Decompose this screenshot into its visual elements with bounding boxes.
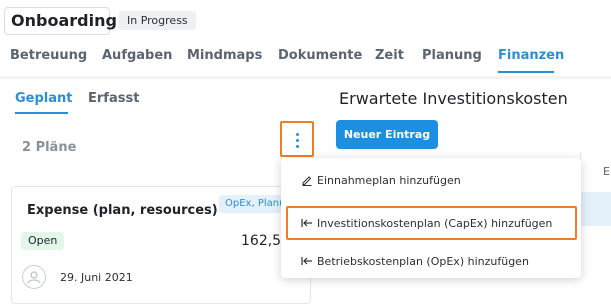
more-options-button[interactable]	[280, 121, 314, 157]
tab-planung[interactable]: Planung	[422, 48, 482, 63]
column-header: E	[603, 165, 610, 178]
tab-zeit[interactable]: Zeit	[375, 48, 404, 63]
new-entry-button[interactable]: Neuer Eintrag	[336, 120, 438, 149]
menu-item-add-capex-plan[interactable]: Investitionskostenplan (CapEx) hinzufüge…	[286, 206, 577, 240]
active-subtab-indicator	[15, 112, 68, 114]
menu-item-label: Investitionskostenplan (CapEx) hinzufüge…	[317, 217, 553, 230]
project-title[interactable]: Onboarding	[4, 7, 117, 35]
panel-title: Erwartete Investitionskosten	[339, 89, 568, 108]
plan-count: 2 Pläne	[22, 140, 77, 155]
menu-item-add-income-plan[interactable]: Einnahmeplan hinzufügen	[281, 168, 581, 194]
tab-betreuung[interactable]: Betreuung	[10, 48, 87, 63]
menu-item-add-opex-plan[interactable]: Betriebskostenplan (OpEx) hinzufügen	[281, 249, 581, 275]
header-bar: Onboarding In Progress Betreuung Aufgabe…	[0, 0, 611, 76]
plan-card-title: Expense (plan, resources)	[27, 203, 218, 218]
subtab-erfasst[interactable]: Erfasst	[88, 91, 139, 106]
tab-dokumente[interactable]: Dokumente	[278, 48, 362, 63]
tab-mindmaps[interactable]: Mindmaps	[187, 48, 262, 63]
arrow-left-bar-icon	[301, 257, 312, 265]
menu-item-label: Einnahmeplan hinzufügen	[317, 174, 461, 187]
plan-status-badge: Open	[21, 232, 65, 250]
add-plan-menu: Einnahmeplan hinzufügen Investitionskost…	[281, 158, 581, 278]
avatar[interactable]	[22, 265, 46, 289]
selected-cell[interactable]	[580, 192, 611, 226]
active-tab-indicator	[498, 71, 554, 73]
user-icon	[27, 271, 41, 284]
arrow-left-bar-icon	[301, 219, 312, 227]
subtab-geplant[interactable]: Geplant	[15, 91, 73, 106]
tab-aufgaben[interactable]: Aufgaben	[102, 48, 172, 63]
tab-finanzen[interactable]: Finanzen	[498, 48, 564, 63]
edit-icon	[302, 176, 312, 186]
plan-card[interactable]: Expense (plan, resources) OpEx, Planu Op…	[11, 186, 311, 304]
plan-date: 29. Juni 2021	[60, 271, 133, 284]
menu-item-label: Betriebskostenplan (OpEx) hinzufügen	[317, 255, 529, 268]
status-badge[interactable]: In Progress	[119, 11, 196, 30]
